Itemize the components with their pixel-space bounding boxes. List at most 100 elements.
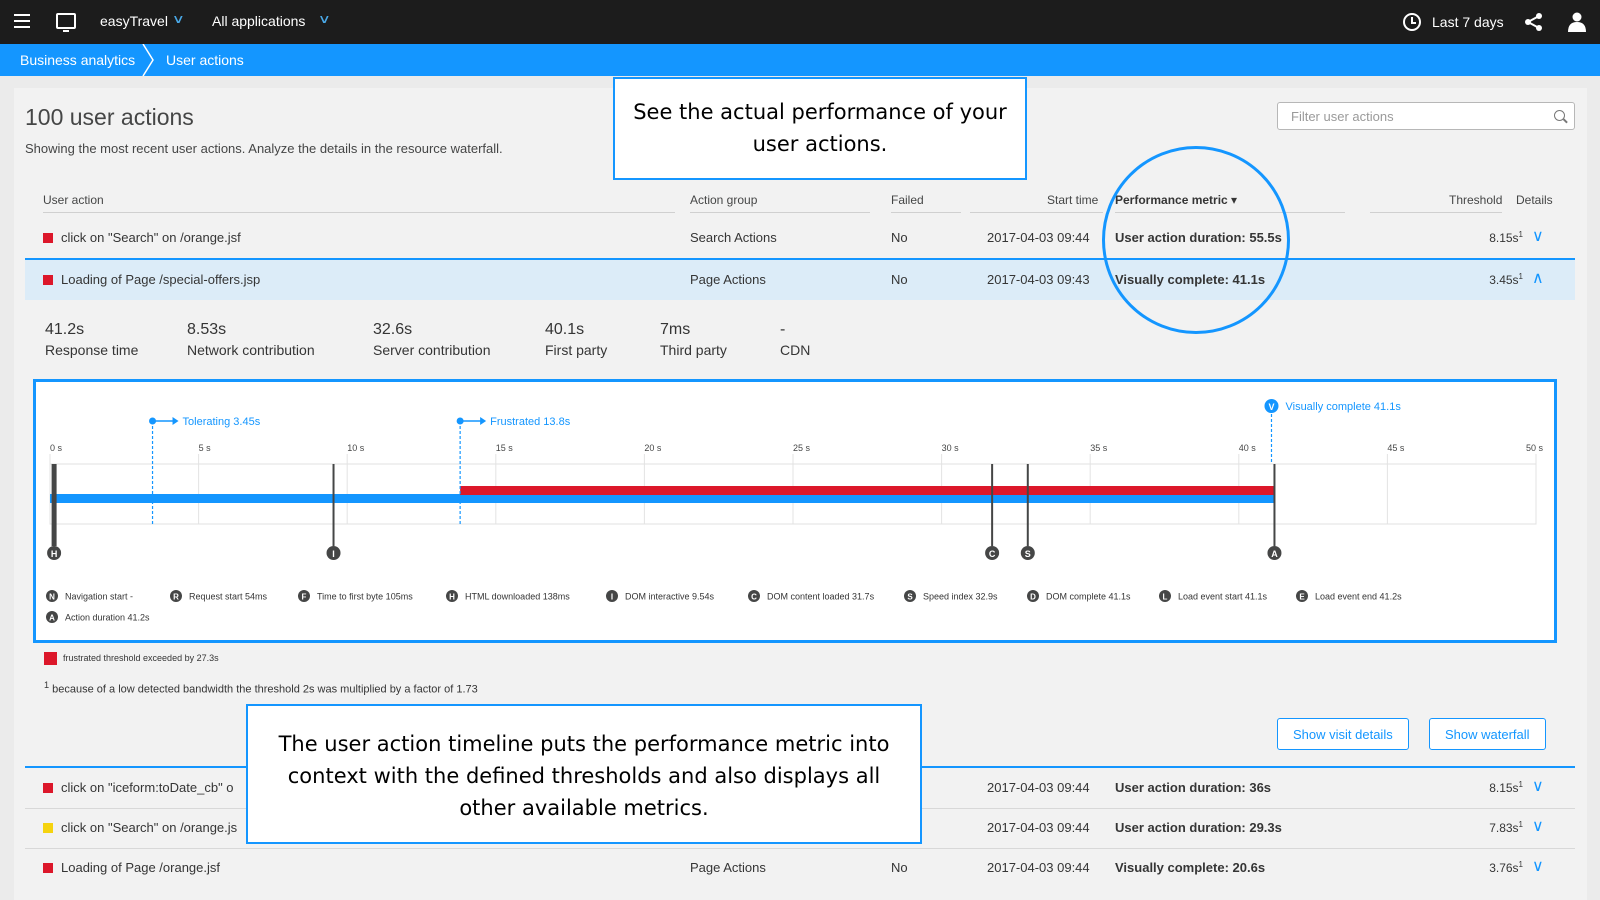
legend-letter: F xyxy=(302,593,307,602)
user-action-name[interactable]: Loading of Page /orange.jsf xyxy=(61,860,220,875)
tick-label: 50 s xyxy=(1526,443,1544,453)
footnote-marker: 1 xyxy=(1518,780,1523,789)
threshold-value: 3.76s xyxy=(1489,861,1519,875)
clock-icon[interactable] xyxy=(1403,13,1421,31)
legend-letter: I xyxy=(611,593,613,602)
callout-bottom: The user action timeline puts the perfor… xyxy=(246,704,922,844)
footnote-marker: 1 xyxy=(1518,272,1523,281)
hamburger-icon[interactable] xyxy=(14,14,30,28)
breadcrumb-user-actions[interactable]: User actions xyxy=(166,52,244,68)
marker-letter: S xyxy=(1025,549,1031,559)
header-user-action[interactable]: User action xyxy=(43,193,104,207)
chevron-down-icon[interactable]: ∨ xyxy=(1532,816,1544,836)
visually-complete-label: Visually complete 41.1s xyxy=(1285,401,1401,413)
marker-letter: H xyxy=(51,549,58,559)
header-underline xyxy=(1370,212,1502,213)
breadcrumb-business-analytics[interactable]: Business analytics xyxy=(20,52,135,68)
callout-top: See the actual performance of your user … xyxy=(613,77,1027,180)
application-selector[interactable]: All applications xyxy=(212,13,305,29)
threshold-value: 3.45s xyxy=(1489,273,1519,287)
kpi-value: 32.6s xyxy=(373,321,413,338)
header-action-group[interactable]: Action group xyxy=(690,193,757,207)
show-visit-details-button[interactable]: Show visit details xyxy=(1277,718,1409,750)
header-threshold[interactable]: Threshold xyxy=(1449,193,1502,207)
legend-letter: S xyxy=(907,593,913,602)
legend-item: Request start 54ms xyxy=(189,592,268,602)
show-waterfall-button[interactable]: Show waterfall xyxy=(1429,718,1546,750)
legend-item: DOM content loaded 31.7s xyxy=(767,592,875,602)
legend-letter: E xyxy=(1299,593,1305,602)
page-subtitle: Showing the most recent user actions. An… xyxy=(25,141,503,156)
tick-label: 5 s xyxy=(199,443,212,453)
user-action-name[interactable]: click on "Search" on /orange.js xyxy=(61,820,237,835)
legend-item: DOM complete 41.1s xyxy=(1046,592,1131,602)
user-action-name[interactable]: click on "Search" on /orange.jsf xyxy=(61,230,241,245)
filter-input[interactable]: Filter user actions xyxy=(1277,102,1575,130)
share-icon[interactable] xyxy=(1524,12,1544,32)
legend-item: Load event end 41.2s xyxy=(1315,592,1402,602)
user-action-name[interactable]: click on "iceform:toDate_cb" o xyxy=(61,780,234,795)
kpi-label: Third party xyxy=(660,342,727,358)
chevron-down-icon[interactable]: ∨ xyxy=(1532,856,1544,876)
arrow-head xyxy=(172,417,179,425)
kpi-value: - xyxy=(780,321,786,338)
header-start-time[interactable]: Start time xyxy=(1047,193,1098,207)
page-title: 100 user actions xyxy=(25,104,194,130)
environment-selector[interactable]: easyTravel xyxy=(100,13,168,29)
status-indicator xyxy=(43,275,53,285)
legend-item: DOM interactive 9.54s xyxy=(625,592,715,602)
timeframe-selector[interactable]: Last 7 days xyxy=(1432,14,1504,30)
kpi-label: Server contribution xyxy=(373,342,491,358)
kpi-cdn: - CDN xyxy=(780,321,810,358)
header-underline xyxy=(43,212,675,213)
performance-metric: User action duration: 29.3s xyxy=(1115,820,1282,835)
failed-value: No xyxy=(891,272,908,287)
kpi-label: Response time xyxy=(45,342,139,358)
kpi-value: 7ms xyxy=(660,321,691,338)
kpi-network: 8.53s Network contribution xyxy=(187,321,315,358)
table-row[interactable]: Loading of Page /orange.jsf Page Actions… xyxy=(25,848,1575,888)
threshold-value: 8.15s xyxy=(1489,231,1519,245)
legend-item: Load event start 41.1s xyxy=(1178,592,1268,602)
legend-letter: C xyxy=(751,593,757,602)
performance-metric: Visually complete: 20.6s xyxy=(1115,860,1266,875)
table-row-selected[interactable]: Loading of Page /special-offers.jsp Page… xyxy=(25,260,1575,300)
breadcrumb-separator-icon xyxy=(142,44,154,76)
tick-label: 45 s xyxy=(1387,443,1405,453)
chevron-up-icon[interactable]: ∧ xyxy=(1532,268,1544,288)
failed-value: No xyxy=(891,860,908,875)
legend-item: HTML downloaded 138ms xyxy=(465,592,570,602)
table-row[interactable]: click on "Search" on /orange.jsf Search … xyxy=(25,218,1575,258)
chevron-down-icon[interactable]: ∨ xyxy=(318,12,331,26)
kpi-first-party: 40.1s First party xyxy=(545,321,607,358)
tick-label: 20 s xyxy=(644,443,662,453)
legend-letter: N xyxy=(49,593,55,602)
chevron-down-icon[interactable]: ∨ xyxy=(1532,776,1544,796)
tick-label: 25 s xyxy=(793,443,811,453)
timeline-chart: 0 s 5 s 10 s 15 s 20 s 25 s 30 s 35 s 40 s 45 s 50… xyxy=(46,399,1544,623)
marker-letter: A xyxy=(1271,549,1278,559)
performance-metric: User action duration: 36s xyxy=(1115,780,1272,795)
footnote-marker: 1 xyxy=(1518,230,1523,239)
legend-item: Speed index 32.9s xyxy=(923,592,998,602)
chevron-down-icon[interactable]: ∨ xyxy=(1532,226,1544,246)
threshold: 3.76s1 xyxy=(1463,860,1523,875)
threshold: 8.15s1 xyxy=(1463,780,1523,795)
chevron-down-icon[interactable]: ∨ xyxy=(172,12,185,26)
monitor-icon[interactable] xyxy=(56,13,76,32)
start-time: 2017-04-03 09:44 xyxy=(987,820,1090,835)
user-icon[interactable] xyxy=(1568,12,1586,32)
legend-letter: D xyxy=(1030,593,1036,602)
threshold: 7.83s1 xyxy=(1463,820,1523,835)
legend-letter: H xyxy=(449,593,455,602)
start-time: 2017-04-03 09:43 xyxy=(987,272,1090,287)
frustrated-legend: frustrated threshold exceeded by 27.3s xyxy=(44,652,219,665)
threshold-value: 8.15s xyxy=(1489,781,1519,795)
kpi-server: 32.6s Server contribution xyxy=(373,321,491,358)
kpi-value: 40.1s xyxy=(545,321,585,338)
legend-item: Time to first byte 105ms xyxy=(317,592,413,602)
header-failed[interactable]: Failed xyxy=(891,193,924,207)
frustrated-bar xyxy=(460,486,1275,495)
kpi-label: First party xyxy=(545,342,608,358)
user-action-name[interactable]: Loading of Page /special-offers.jsp xyxy=(61,272,260,287)
